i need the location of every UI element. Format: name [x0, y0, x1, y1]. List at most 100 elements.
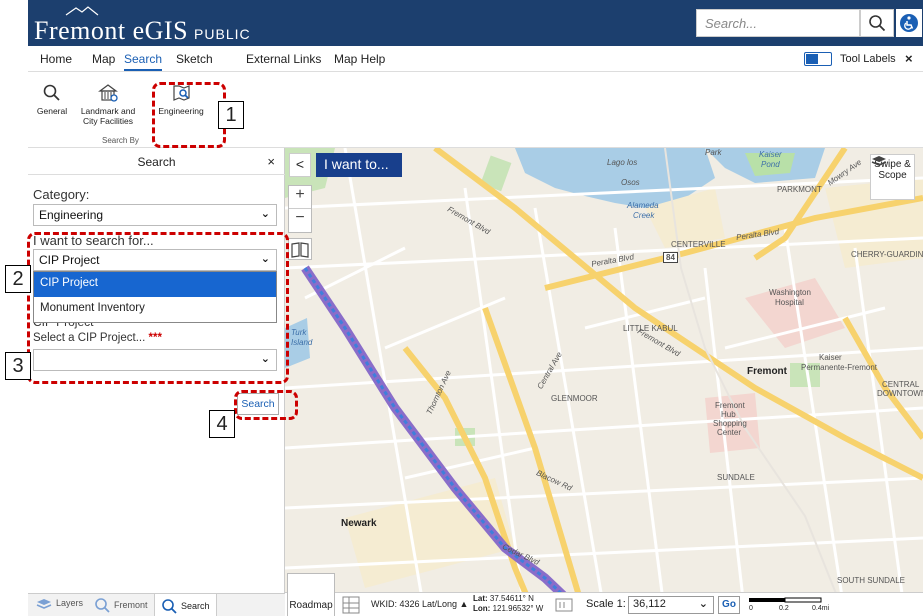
- map-label-centerville: CENTERVILLE: [671, 240, 726, 249]
- mountain-logo-icon: [65, 6, 99, 16]
- zoom-in-button[interactable]: +: [289, 186, 311, 209]
- map-label-cherry: CHERRY-GUARDINO: [851, 250, 923, 259]
- map-label-downtown: DOWNTOWN: [877, 389, 923, 398]
- globe-grid-icon: [342, 596, 360, 614]
- basemap-roadmap-button[interactable]: Roadmap: [287, 573, 335, 616]
- coordinate-readout: Lat: 37.54611° N Lon: 121.96532° W: [473, 594, 544, 613]
- scale-value: 36,112: [633, 598, 666, 610]
- category-value: Engineering: [39, 208, 104, 222]
- map-canvas: [285, 148, 923, 616]
- map-label-fremont: Fremont: [747, 366, 787, 377]
- search-button[interactable]: [860, 9, 894, 37]
- search-icon: [43, 84, 60, 101]
- map-label-south-sundale: SOUTH SUNDALE: [837, 576, 906, 585]
- annotation-box-2-3: [27, 232, 289, 384]
- scale-label: Scale 1:: [586, 598, 626, 610]
- annotation-label-4: 4: [209, 410, 235, 438]
- scale-go-button[interactable]: Go: [718, 596, 740, 614]
- bottom-tab-fremont[interactable]: Fremont: [94, 597, 148, 613]
- tool-labels-toggle[interactable]: [804, 52, 832, 66]
- general-label: General: [36, 106, 68, 116]
- ribbon-close-button[interactable]: ×: [905, 51, 913, 66]
- landmark-label-1: Landmark and: [80, 106, 136, 116]
- bottom-tab-layers[interactable]: Layers: [36, 597, 83, 609]
- annotation-label-1: 1: [218, 101, 244, 129]
- i-want-to-button[interactable]: I want to...: [316, 153, 402, 177]
- collapse-panel-button[interactable]: <: [289, 153, 311, 177]
- app-header: Fremont eGIS PUBLIC Search...: [28, 0, 923, 46]
- scale-icon: [555, 598, 573, 612]
- search-icon: [869, 15, 886, 32]
- layers-icon: [871, 156, 887, 166]
- map-label-hospital: Hospital: [775, 298, 804, 307]
- map-label-osos: Osos: [621, 178, 640, 187]
- map-label-hub-4: Center: [717, 428, 742, 437]
- map-label-sundale: SUNDALE: [717, 473, 755, 482]
- tab-search[interactable]: Search: [124, 52, 163, 71]
- bottom-tab-search[interactable]: Search: [154, 594, 217, 616]
- map-label-hub-1: Fremont: [715, 401, 745, 410]
- scale-tick-1: 0.2: [779, 605, 789, 612]
- annotation-box-4: [234, 390, 298, 420]
- map-label-permanente: Permanente-Fremont: [801, 363, 878, 372]
- latitude-value: 37.54611° N: [489, 594, 534, 603]
- map-label-hub-3: Shopping: [713, 419, 747, 428]
- landmark-label-2: City Facilities: [82, 116, 134, 126]
- accessibility-icon: [900, 14, 918, 32]
- search-doc-icon: [95, 598, 110, 613]
- annotation-label-3: 3: [5, 352, 31, 380]
- layers-icon: [36, 599, 52, 609]
- category-label: Category:: [33, 187, 90, 202]
- panel-bottom-tabs: Layers Fremont Search: [28, 593, 285, 616]
- panel-close-button[interactable]: ×: [267, 154, 275, 169]
- annotation-box-1: [152, 82, 226, 148]
- map-label-washington: Washington: [769, 288, 811, 297]
- map-label-kaiser-perm: Kaiser: [819, 353, 842, 362]
- wkid-selector[interactable]: WKID: 4326 Lat/Long ▲: [371, 599, 468, 609]
- swipe-scope-button[interactable]: Swipe & Scope: [870, 154, 915, 200]
- map-label-park: Park: [705, 148, 722, 157]
- tab-map-help[interactable]: Map Help: [334, 52, 385, 66]
- map-label-alameda: Alameda: [627, 201, 659, 210]
- search-by-group-label: Search By: [102, 136, 139, 145]
- map-label-newark: Newark: [341, 518, 377, 529]
- tool-labels-text: Tool Labels: [840, 53, 896, 65]
- map-label-central-dt: CENTRAL: [882, 380, 920, 389]
- tab-map[interactable]: Map: [92, 52, 115, 66]
- map-label-island: Island: [291, 338, 313, 347]
- landmark-search-button[interactable]: Landmark and City Facilities: [80, 82, 136, 126]
- building-icon: [98, 84, 118, 102]
- scale-tick-0: 0: [749, 605, 753, 612]
- tab-sketch[interactable]: Sketch: [176, 52, 213, 66]
- panel-header: Search ×: [28, 148, 285, 175]
- category-select[interactable]: Engineering ⌄: [33, 204, 277, 226]
- accessibility-button[interactable]: [896, 9, 922, 37]
- app-tag: PUBLIC: [194, 26, 251, 42]
- search-icon: [162, 598, 177, 614]
- swipe-label-2: Scope: [878, 170, 907, 181]
- panel-title: Search: [137, 155, 176, 169]
- scale-select[interactable]: 36,112 ⌄: [628, 596, 714, 614]
- global-search-input[interactable]: Search...: [696, 9, 860, 37]
- map-label-kaiser: Kaiser: [759, 150, 782, 159]
- chevron-down-icon: ⌄: [260, 208, 270, 220]
- map-label-turk: Turk: [291, 328, 307, 337]
- status-bar: Roadmap WKID: 4326 Lat/Long ▲ Lat: 37.54…: [285, 573, 923, 616]
- zoom-control: + −: [288, 185, 312, 233]
- longitude-value: 121.96532° W: [492, 604, 544, 613]
- chevron-down-icon: ⌄: [698, 598, 708, 610]
- map-label-parkmont: PARKMONT: [777, 185, 822, 194]
- map-label-pond: Pond: [761, 160, 780, 169]
- bookmark-button[interactable]: [288, 238, 312, 260]
- general-search-button[interactable]: General: [32, 82, 72, 116]
- map-label-lago: Lago los: [607, 158, 638, 167]
- tab-home[interactable]: Home: [40, 52, 72, 66]
- tab-external-links[interactable]: External Links: [246, 52, 321, 66]
- route-84-shield: 84: [663, 252, 678, 263]
- zoom-out-button[interactable]: −: [289, 209, 311, 232]
- map-label-glenmoor: GLENMOOR: [551, 394, 598, 403]
- main-tabbar: Home Map Search Sketch External Links Ma…: [28, 46, 923, 72]
- map-view[interactable]: Lago los Osos Alameda Creek Kaiser Pond …: [285, 148, 923, 616]
- book-icon: [291, 242, 309, 258]
- scale-tick-2: 0.4mi: [812, 605, 830, 612]
